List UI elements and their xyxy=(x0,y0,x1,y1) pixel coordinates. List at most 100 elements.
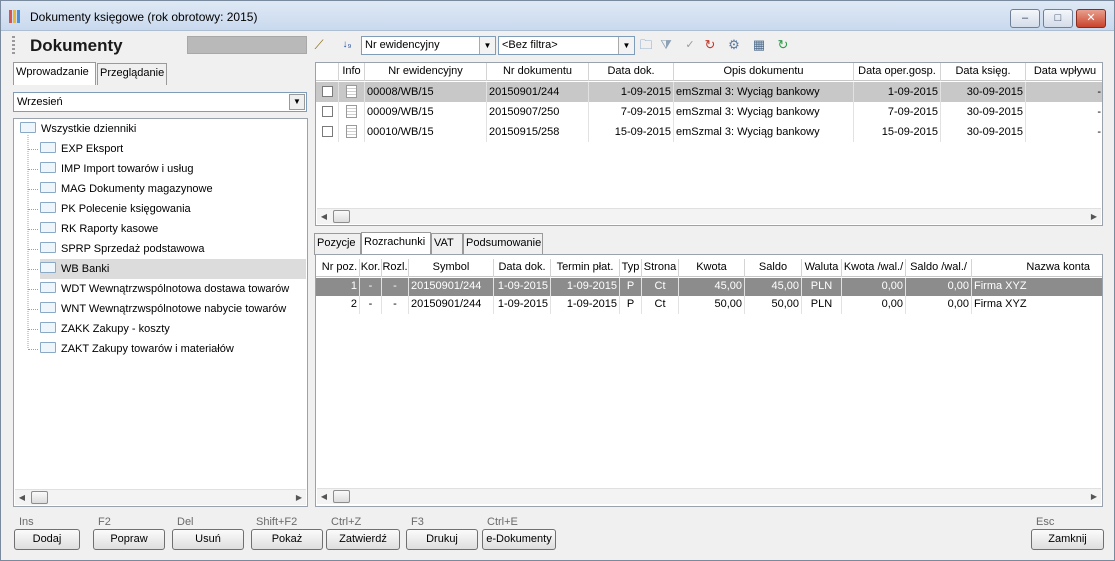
column-header-opis[interactable]: Opis dokumentu xyxy=(674,63,854,81)
tools-icon[interactable]: ⚙ xyxy=(726,37,742,53)
tree-item-label: WNT Wewnątrzwspólnotowe nabycie towarów xyxy=(61,303,287,315)
app-books-icon xyxy=(9,10,23,23)
sort-combo[interactable]: Nr ewidencyjny ▼ xyxy=(361,36,496,55)
tree-item-wnt[interactable]: WNT Wewnątrzwspólnotowe nabycie towarów xyxy=(28,299,306,319)
checkbox-icon[interactable] xyxy=(321,126,333,137)
scroll-right-icon[interactable]: ▶ xyxy=(1088,491,1100,503)
column-header-typ[interactable]: Typ xyxy=(620,259,642,277)
zatwierdz-button[interactable]: Zatwierdź xyxy=(326,529,400,550)
tree-item-mag[interactable]: MAG Dokumenty magazynowe xyxy=(28,179,306,199)
column-header-nr-poz[interactable]: Nr poz. xyxy=(320,259,360,277)
column-header-data-dok[interactable]: Data dok. xyxy=(494,259,551,277)
pokaz-button[interactable]: Pokaż xyxy=(251,529,323,550)
column-header-symbol[interactable]: Symbol xyxy=(409,259,494,277)
cell-nr-dok: 20150901/244 xyxy=(487,82,589,102)
filter-icon[interactable]: ⧩ xyxy=(658,37,674,53)
column-header-nazwa-konta[interactable]: Nazwa konta xyxy=(972,259,1102,277)
scroll-left-icon[interactable]: ◀ xyxy=(16,492,28,504)
shortcut-hint: F3 xyxy=(411,516,424,528)
tab-rozrachunki[interactable]: Rozrachunki xyxy=(361,232,431,255)
tree-item-zakt[interactable]: ZAKT Zakupy towarów i materiałów xyxy=(28,339,306,359)
tab-przegladanie[interactable]: Przeglądanie xyxy=(97,63,167,85)
drukuj-button[interactable]: Drukuj xyxy=(406,529,478,550)
refresh-red-icon[interactable]: ↻ xyxy=(702,37,718,53)
column-header-nr-ewidencyjny[interactable]: Nr ewidencyjny xyxy=(365,63,487,81)
broom-clear-icon[interactable]: ⟋ xyxy=(311,37,327,53)
row-checkbox[interactable] xyxy=(316,102,339,122)
tree-item-wdt[interactable]: WDT Wewnątrzwspólnotowa dostawa towarów xyxy=(28,279,306,299)
filter-combo[interactable]: <Bez filtra> ▼ xyxy=(498,36,635,55)
row-checkbox[interactable] xyxy=(316,82,339,102)
cell-data-oper: 15-09-2015 xyxy=(854,122,941,142)
tree-item-zakk[interactable]: ZAKK Zakupy - koszty xyxy=(28,319,306,339)
column-header-saldo[interactable]: Saldo xyxy=(745,259,802,277)
minimize-button[interactable]: ‒ xyxy=(1010,9,1040,28)
cell-data-wplywu: - xyxy=(1026,82,1102,102)
sort-icon[interactable]: ↓₉ xyxy=(339,37,355,53)
folder-icon xyxy=(40,142,56,153)
tree-item-wb[interactable]: WB Banki xyxy=(28,259,306,279)
tab-podsumowanie[interactable]: Podsumowanie xyxy=(463,233,543,255)
checkbox-icon[interactable] xyxy=(321,86,333,97)
column-header-data-oper[interactable]: Data oper.gosp. xyxy=(854,63,941,81)
tree-item-rk[interactable]: RK Raporty kasowe xyxy=(28,219,306,239)
search-field[interactable] xyxy=(187,36,307,54)
usun-button[interactable]: Usuń xyxy=(172,529,244,550)
scroll-left-icon[interactable]: ◀ xyxy=(318,211,330,223)
tab-wprowadzanie[interactable]: Wprowadzanie xyxy=(13,62,96,85)
scroll-right-icon[interactable]: ▶ xyxy=(1088,211,1100,223)
tree-horizontal-scrollbar[interactable]: ◀ ▶ xyxy=(15,489,306,505)
documents-horizontal-scrollbar[interactable]: ◀ ▶ xyxy=(317,208,1101,224)
scroll-thumb[interactable] xyxy=(31,491,48,504)
table-row[interactable]: 00009/WB/15 20150907/250 7-09-2015 emSzmal … xyxy=(316,102,1102,122)
tree-root[interactable]: Wszystkie dzienniki xyxy=(20,119,136,139)
cell-data-ksieg: 30-09-2015 xyxy=(941,82,1026,102)
tree-item-label: IMP Import towarów i usług xyxy=(61,163,194,175)
check-icon[interactable]: ✓ xyxy=(682,37,698,53)
tree-item-imp[interactable]: IMP Import towarów i usług xyxy=(28,159,306,179)
popraw-button[interactable]: Popraw xyxy=(93,529,165,550)
tab-pozycje[interactable]: Pozycje xyxy=(314,233,361,255)
month-select[interactable]: Wrzesień ▼ xyxy=(13,92,307,112)
column-header-data-dok[interactable]: Data dok. xyxy=(589,63,674,81)
scroll-right-icon[interactable]: ▶ xyxy=(293,492,305,504)
row-checkbox[interactable] xyxy=(316,122,339,142)
cell-data-oper: 1-09-2015 xyxy=(854,82,941,102)
e-dokumenty-button[interactable]: e-Dokumenty xyxy=(482,529,556,550)
scroll-thumb[interactable] xyxy=(333,210,350,223)
maximize-button[interactable]: □ xyxy=(1043,9,1073,28)
table-row[interactable]: 00008/WB/15 20150901/244 1-09-2015 emSzmal … xyxy=(316,82,1102,102)
tree-item-sprp[interactable]: SPRP Sprzedaż podstawowa xyxy=(28,239,306,259)
table-row[interactable]: 00010/WB/15 20150915/258 15-09-2015 emSzmal… xyxy=(316,122,1102,142)
column-header-select[interactable] xyxy=(316,63,339,81)
column-header-strona[interactable]: Strona xyxy=(642,259,679,277)
column-header-saldo-wal[interactable]: Saldo /wal./ xyxy=(906,259,972,277)
column-header-data-ksieg[interactable]: Data księg. xyxy=(941,63,1026,81)
tree-connector xyxy=(28,209,38,210)
settlements-horizontal-scrollbar[interactable]: ◀ ▶ xyxy=(317,488,1101,504)
column-header-info[interactable]: Info xyxy=(339,63,365,81)
column-header-data-wplywu[interactable]: Data wpływu xyxy=(1026,63,1102,81)
table-row[interactable]: 1- -20150901/244 1-09-2015 1-09-2015 P Ct 45,0… xyxy=(316,278,1102,296)
column-header-termin-plat[interactable]: Termin płat. xyxy=(551,259,620,277)
grid-columns-icon[interactable]: ▦ xyxy=(751,37,767,53)
column-header-kwota-wal[interactable]: Kwota /wal./ xyxy=(842,259,906,277)
toolbar-grip[interactable] xyxy=(12,36,15,56)
close-button[interactable]: ✕ xyxy=(1076,9,1106,28)
tab-vat[interactable]: VAT xyxy=(431,233,463,255)
refresh-icon[interactable]: ↻ xyxy=(775,37,791,53)
table-row[interactable]: 2- -20150901/244 1-09-2015 1-09-2015 P Ct 50,0… xyxy=(316,296,1102,314)
checkbox-icon[interactable] xyxy=(321,106,333,117)
column-header-kor[interactable]: Kor. xyxy=(360,259,382,277)
scroll-left-icon[interactable]: ◀ xyxy=(318,491,330,503)
scroll-thumb[interactable] xyxy=(333,490,350,503)
dodaj-button[interactable]: Dodaj xyxy=(14,529,80,550)
folder-open-icon[interactable]: 🗀 xyxy=(638,37,654,53)
column-header-rozl[interactable]: Rozl. xyxy=(382,259,409,277)
column-header-nr-dokumentu[interactable]: Nr dokumentu xyxy=(487,63,589,81)
zamknij-button[interactable]: Zamknij xyxy=(1031,529,1104,550)
tree-item-exp[interactable]: EXP Eksport xyxy=(28,139,306,159)
column-header-waluta[interactable]: Waluta xyxy=(802,259,842,277)
column-header-kwota[interactable]: Kwota xyxy=(679,259,745,277)
tree-item-pk[interactable]: PK Polecenie księgowania xyxy=(28,199,306,219)
